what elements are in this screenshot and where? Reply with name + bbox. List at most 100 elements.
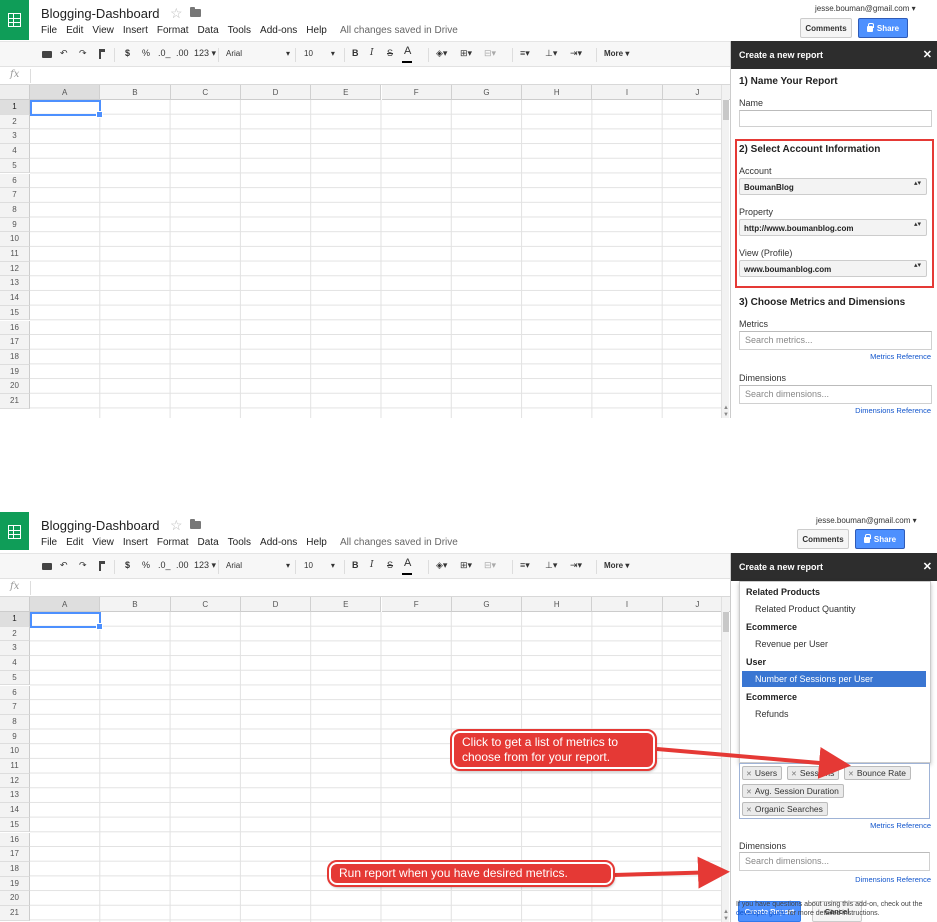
metric-chip-bounce-rate[interactable]: ✕ Bounce Rate — [844, 766, 912, 780]
percent-format-button[interactable]: % — [142, 48, 150, 58]
sheets-logo[interactable] — [0, 512, 29, 550]
row-header-17[interactable]: 17 — [0, 335, 30, 350]
menu-format[interactable]: Format — [157, 537, 189, 548]
decrease-decimal-button[interactable]: .0_ — [158, 48, 171, 58]
row-header-5[interactable]: 5 — [0, 670, 30, 686]
menu-insert[interactable]: Insert — [123, 537, 148, 548]
align-left-icon[interactable]: ≡▾ — [520, 48, 530, 59]
metric-chip-users[interactable]: ✕ Users — [742, 766, 783, 780]
row-header-19[interactable]: 19 — [0, 364, 30, 380]
active-cell-a1[interactable] — [30, 612, 104, 630]
row-header-16[interactable]: 16 — [0, 320, 30, 336]
star-icon[interactable]: ☆ — [170, 5, 183, 22]
text-wrap-icon[interactable]: ⇥▾ — [570, 560, 582, 571]
vertical-scrollbar[interactable]: ▲ ▼ — [721, 85, 729, 418]
row-header-7[interactable]: 7 — [0, 700, 30, 715]
percent-format-button[interactable]: % — [142, 560, 150, 570]
menu-data[interactable]: Data — [198, 537, 219, 548]
folder-icon[interactable] — [190, 7, 201, 17]
metrics-search-input[interactable]: Search metrics... — [739, 331, 932, 350]
row-header-11[interactable]: 11 — [0, 247, 30, 262]
undo-icon[interactable]: ↶ — [60, 48, 68, 59]
row-header-13[interactable]: 13 — [0, 788, 30, 804]
row-header-14[interactable]: 14 — [0, 803, 30, 818]
bold-button[interactable]: B — [352, 560, 359, 570]
metric-chip-sessions[interactable]: ✕ Sessions — [787, 766, 840, 780]
fill-color-icon[interactable]: ◈▾ — [436, 48, 447, 59]
dropdown-option-highlighted[interactable]: Number of Sessions per User — [742, 671, 926, 687]
column-header-b[interactable]: B — [100, 597, 171, 612]
column-header-h[interactable]: H — [522, 85, 593, 100]
column-header-i[interactable]: I — [592, 85, 663, 100]
italic-button[interactable]: I — [370, 48, 374, 58]
dropdown-option[interactable]: Revenue per User — [742, 636, 926, 652]
column-header-i[interactable]: I — [592, 597, 663, 612]
row-header-12[interactable]: 12 — [0, 773, 30, 789]
star-icon[interactable]: ☆ — [170, 517, 183, 534]
dimensions-search-input[interactable]: Search dimensions... — [739, 385, 932, 404]
currency-format-button[interactable]: $ — [125, 560, 130, 570]
menu-view[interactable]: View — [92, 537, 114, 548]
row-header-19[interactable]: 19 — [0, 876, 30, 892]
row-header-2[interactable]: 2 — [0, 114, 30, 130]
row-header-6[interactable]: 6 — [0, 173, 30, 189]
column-header-j[interactable]: J — [662, 85, 730, 100]
paint-format-icon[interactable] — [99, 49, 105, 59]
row-header-4[interactable]: 4 — [0, 144, 30, 159]
menu-edit[interactable]: Edit — [66, 25, 83, 36]
row-header-3[interactable]: 3 — [0, 129, 30, 145]
row-header-8[interactable]: 8 — [0, 714, 30, 730]
metric-chip-organic-searches[interactable]: ✕ Organic Searches — [742, 802, 828, 816]
row-header-11[interactable]: 11 — [0, 759, 30, 774]
spreadsheet-grid[interactable]: A B C D E F G H I J 1 2 3 4 5 6 7 8 9 10 11 12 13 14 15 16 17 18 19 2… — [0, 85, 730, 418]
remove-chip-icon[interactable]: ✕ — [746, 771, 752, 778]
close-icon[interactable]: ✕ — [923, 560, 932, 573]
increase-decimal-button[interactable]: .00 — [176, 48, 189, 58]
align-left-icon[interactable]: ≡▾ — [520, 560, 530, 571]
column-header-f[interactable]: F — [381, 597, 452, 612]
metrics-reference-link[interactable]: Metrics Reference — [870, 821, 931, 830]
text-color-button[interactable]: A — [404, 45, 411, 57]
menu-addons[interactable]: Add-ons — [260, 537, 297, 548]
select-all-corner[interactable] — [0, 85, 30, 100]
redo-icon[interactable]: ↷ — [79, 48, 87, 59]
more-formats-button[interactable]: 123 ▾ — [194, 560, 216, 571]
dimensions-search-input[interactable]: Search dimensions... — [739, 852, 930, 871]
decrease-decimal-button[interactable]: .0_ — [158, 560, 171, 570]
row-header-17[interactable]: 17 — [0, 847, 30, 862]
merge-icon[interactable]: ⊟▾ — [484, 48, 496, 59]
fill-color-icon[interactable]: ◈▾ — [436, 560, 447, 571]
dimensions-reference-link[interactable]: Dimensions Reference — [855, 875, 931, 884]
valign-bottom-icon[interactable]: ⊥▾ — [545, 560, 557, 571]
column-header-d[interactable]: D — [240, 597, 312, 612]
remove-chip-icon[interactable]: ✕ — [746, 807, 752, 814]
scroll-down-icon[interactable]: ▼ — [723, 412, 729, 418]
text-wrap-icon[interactable]: ⇥▾ — [570, 48, 582, 59]
column-header-d[interactable]: D — [240, 85, 312, 100]
menu-data[interactable]: Data — [198, 25, 219, 36]
row-header-3[interactable]: 3 — [0, 641, 30, 657]
column-header-f[interactable]: F — [381, 85, 452, 100]
metric-chip-avg-session-duration[interactable]: ✕ Avg. Session Duration — [742, 784, 844, 798]
print-icon[interactable] — [42, 51, 52, 58]
row-header-5[interactable]: 5 — [0, 158, 30, 174]
folder-icon[interactable] — [190, 519, 201, 529]
select-all-corner[interactable] — [0, 597, 30, 612]
metrics-reference-link[interactable]: Metrics Reference — [870, 352, 931, 361]
share-button[interactable]: Share — [858, 18, 908, 38]
row-header-12[interactable]: 12 — [0, 261, 30, 277]
scroll-up-icon[interactable]: ▲ — [723, 909, 729, 915]
row-header-9[interactable]: 9 — [0, 729, 30, 745]
font-size-select[interactable]: 10 ▾ — [304, 49, 335, 58]
row-header-7[interactable]: 7 — [0, 188, 30, 203]
save-status[interactable]: All changes saved in Drive — [340, 537, 458, 548]
column-header-a[interactable]: A — [30, 597, 101, 612]
increase-decimal-button[interactable]: .00 — [176, 560, 189, 570]
cell-area[interactable] — [30, 100, 722, 418]
text-color-button[interactable]: A — [404, 557, 411, 569]
column-header-c[interactable]: C — [170, 597, 241, 612]
sheets-logo[interactable] — [0, 0, 29, 40]
row-header-1[interactable]: 1 — [0, 100, 30, 115]
column-header-g[interactable]: G — [451, 597, 523, 612]
scroll-up-icon[interactable]: ▲ — [723, 405, 729, 411]
